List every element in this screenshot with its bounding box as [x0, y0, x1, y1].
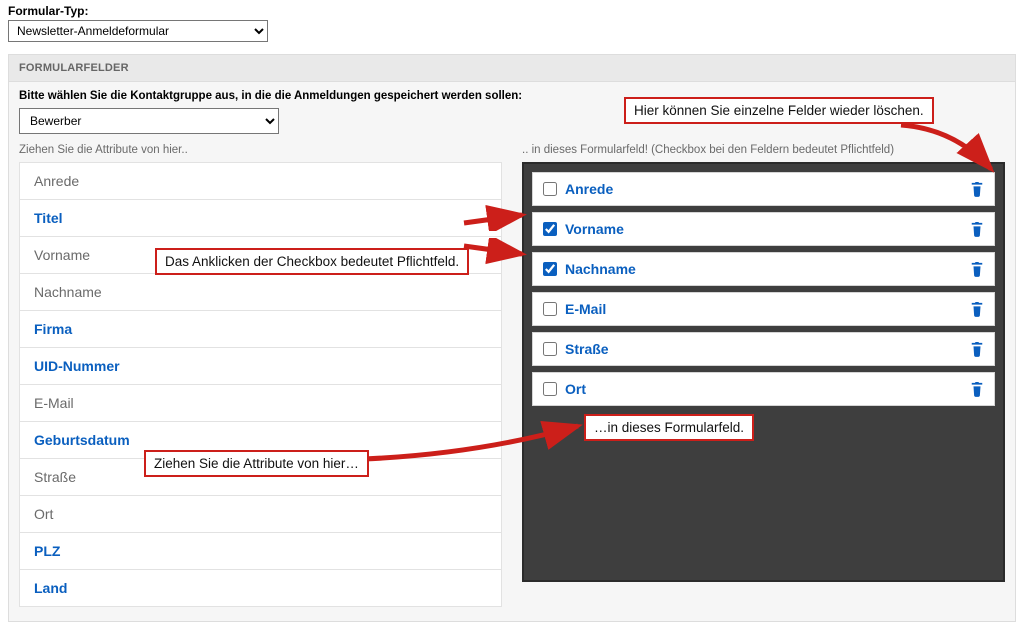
- field-label: Vorname: [565, 221, 962, 237]
- field-row[interactable]: E-Mail: [532, 292, 995, 326]
- required-checkbox[interactable]: [543, 302, 557, 316]
- annotation-drag-to: …in dieses Formularfeld.: [584, 414, 754, 441]
- attribute-item[interactable]: Titel: [20, 200, 501, 237]
- attribute-item[interactable]: Ort: [20, 496, 501, 533]
- field-row[interactable]: Nachname: [532, 252, 995, 286]
- attribute-item[interactable]: Nachname: [20, 274, 501, 311]
- field-label: Ort: [565, 381, 962, 397]
- right-hint: .. in dieses Formularfeld! (Checkbox bei…: [522, 144, 1005, 156]
- required-checkbox[interactable]: [543, 182, 557, 196]
- field-label: Straße: [565, 341, 962, 357]
- annotation-delete: Hier können Sie einzelne Felder wieder l…: [624, 97, 934, 124]
- field-label: E-Mail: [565, 301, 962, 317]
- panel-header-formfields: FORMULARFELDER: [9, 55, 1015, 82]
- trash-icon[interactable]: [970, 301, 984, 317]
- required-checkbox[interactable]: [543, 382, 557, 396]
- field-dropzone[interactable]: Anrede Vorname Nachname E-Mail Straße Ort: [522, 162, 1005, 582]
- contact-group-select[interactable]: Bewerber: [19, 108, 279, 134]
- field-row[interactable]: Straße: [532, 332, 995, 366]
- required-checkbox[interactable]: [543, 222, 557, 236]
- trash-icon[interactable]: [970, 261, 984, 277]
- trash-icon[interactable]: [970, 181, 984, 197]
- required-checkbox[interactable]: [543, 342, 557, 356]
- field-label: Anrede: [565, 181, 962, 197]
- attribute-item[interactable]: Firma: [20, 311, 501, 348]
- form-type-label: Formular-Typ:: [8, 4, 1016, 18]
- attribute-item[interactable]: E-Mail: [20, 385, 501, 422]
- trash-icon[interactable]: [970, 381, 984, 397]
- attribute-item[interactable]: Land: [20, 570, 501, 606]
- attribute-list: AnredeTitelVornameNachnameFirmaUID-Numme…: [19, 162, 502, 607]
- form-type-select[interactable]: Newsletter-Anmeldeformular: [8, 20, 268, 42]
- required-checkbox[interactable]: [543, 262, 557, 276]
- trash-icon[interactable]: [970, 221, 984, 237]
- field-label: Nachname: [565, 261, 962, 277]
- field-row[interactable]: Vorname: [532, 212, 995, 246]
- attribute-item[interactable]: UID-Nummer: [20, 348, 501, 385]
- attribute-item[interactable]: PLZ: [20, 533, 501, 570]
- annotation-checkbox: Das Anklicken der Checkbox bedeutet Pfli…: [155, 248, 469, 275]
- trash-icon[interactable]: [970, 341, 984, 357]
- field-row[interactable]: Ort: [532, 372, 995, 406]
- annotation-drag-from: Ziehen Sie die Attribute von hier…: [144, 450, 369, 477]
- attribute-item[interactable]: Anrede: [20, 163, 501, 200]
- left-hint: Ziehen Sie die Attribute von hier..: [19, 144, 502, 156]
- field-row[interactable]: Anrede: [532, 172, 995, 206]
